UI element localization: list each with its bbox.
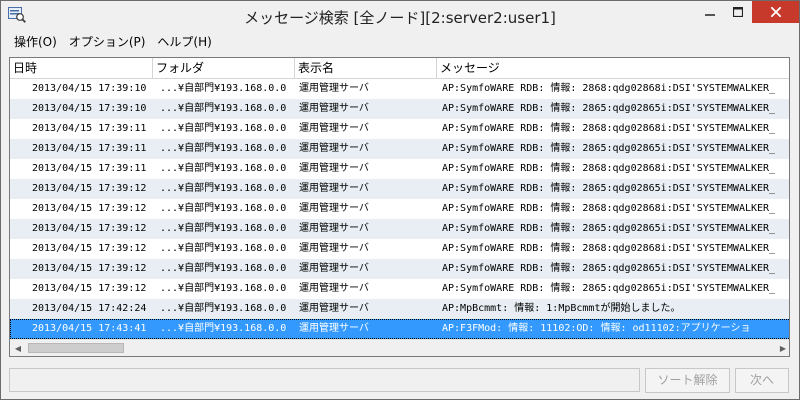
column-header-display-name[interactable]: 表示名: [295, 58, 437, 78]
cell-display-name: 運用管理サーバ: [299, 123, 369, 134]
cell-datetime: 2013/04/15 17:39:11: [32, 123, 147, 134]
cell-message: AP:SymfoWARE RDB: 情報: 2865:qdg02865i:DSI…: [442, 183, 776, 194]
cell-message: AP:SymfoWARE RDB: 情報: 2868:qdg02868i:DSI…: [442, 163, 776, 174]
cell-display-name: 運用管理サーバ: [299, 83, 369, 94]
table-row[interactable]: 2013/04/15 17:39:12 ...¥自部門¥193.168.0.0 運用…: [10, 239, 789, 259]
table-row[interactable]: 2013/04/15 17:39:12 ...¥自部門¥193.168.0.0 運用…: [10, 179, 789, 199]
cell-message: AP:SymfoWARE RDB: 情報: 2865:qdg02865i:DSI…: [442, 103, 776, 114]
cell-message: AP:SymfoWARE RDB: 情報: 2865:qdg02865i:DSI…: [442, 223, 776, 234]
cell-folder: ...¥自部門¥193.168.0.0: [160, 83, 287, 94]
cell-datetime: 2013/04/15 17:43:41: [32, 323, 147, 334]
table-row[interactable]: 2013/04/15 17:39:12 ...¥自部門¥193.168.0.0 運用…: [10, 259, 789, 279]
next-button[interactable]: 次へ: [735, 368, 789, 393]
cell-folder: ...¥自部門¥193.168.0.0: [160, 243, 287, 254]
cell-message: AP:SymfoWARE RDB: 情報: 2868:qdg02868i:DSI…: [442, 123, 776, 134]
table-row[interactable]: 2013/04/15 17:39:12 ...¥自部門¥193.168.0.0 運用…: [10, 279, 789, 299]
close-icon: [770, 7, 781, 17]
cell-datetime: 2013/04/15 17:39:12: [32, 203, 147, 214]
maximize-icon: [733, 7, 743, 17]
cell-datetime: 2013/04/15 17:39:11: [32, 163, 147, 174]
table-row[interactable]: 2013/04/15 17:39:10 ...¥自部門¥193.168.0.0 運用…: [10, 79, 789, 99]
cell-display-name: 運用管理サーバ: [299, 203, 369, 214]
cell-folder: ...¥自部門¥193.168.0.0: [160, 223, 287, 234]
message-list[interactable]: 日時 フォルダ 表示名 メッセージ 2013/04/15 17:39:10...…: [9, 57, 790, 357]
status-bar: [9, 368, 640, 392]
cell-display-name: 運用管理サーバ: [299, 303, 369, 314]
cell-folder: ...¥自部門¥193.168.0.0: [160, 103, 287, 114]
cell-folder: ...¥自部門¥193.168.0.0: [160, 203, 287, 214]
cell-folder: ...¥自部門¥193.168.0.0: [160, 123, 287, 134]
scroll-left-icon[interactable]: ◀: [10, 340, 26, 356]
cell-datetime: 2013/04/15 17:39:12: [32, 283, 147, 294]
cell-message: AP:SymfoWARE RDB: 情報: 2868:qdg02868i:DSI…: [442, 243, 776, 254]
list-header: 日時 フォルダ 表示名 メッセージ: [10, 58, 789, 79]
scrollbar-thumb[interactable]: [28, 343, 124, 353]
table-row[interactable]: 2013/04/15 17:39:11 ...¥自部門¥193.168.0.0 運用…: [10, 139, 789, 159]
cell-display-name: 運用管理サーバ: [299, 103, 369, 114]
horizontal-scrollbar[interactable]: ◀ ▶: [10, 339, 789, 356]
cell-message: AP:SymfoWARE RDB: 情報: 2865:qdg02865i:DSI…: [442, 143, 776, 154]
cell-datetime: 2013/04/15 17:42:24: [32, 303, 147, 314]
scroll-right-icon[interactable]: ▶: [775, 340, 789, 356]
table-row[interactable]: 2013/04/15 17:42:24 ...¥自部門¥193.168.0.0 運用…: [10, 299, 789, 319]
cell-datetime: 2013/04/15 17:39:12: [32, 223, 147, 234]
cell-display-name: 運用管理サーバ: [299, 183, 369, 194]
cell-display-name: 運用管理サーバ: [299, 223, 369, 234]
cell-message: AP:SymfoWARE RDB: 情報: 2868:qdg02868i:DSI…: [442, 83, 776, 94]
cell-message: AP:SymfoWARE RDB: 情報: 2865:qdg02865i:DSI…: [442, 263, 776, 274]
title-bar[interactable]: メッセージ検索 [全ノード][2:server2:user1]: [1, 1, 799, 31]
cell-display-name: 運用管理サーバ: [299, 143, 369, 154]
cell-display-name: 運用管理サーバ: [299, 323, 369, 334]
cell-datetime: 2013/04/15 17:39:10: [32, 103, 147, 114]
cell-datetime: 2013/04/15 17:39:10: [32, 83, 147, 94]
table-row[interactable]: 2013/04/15 17:39:10 ...¥自部門¥193.168.0.0 運用…: [10, 99, 789, 119]
minimize-button[interactable]: [696, 1, 724, 23]
menu-help[interactable]: ヘルプ(H): [151, 31, 217, 53]
cell-message: AP:F3FMod: 情報: 11102:OD: 情報: od11102:アプリ…: [442, 323, 751, 334]
cell-folder: ...¥自部門¥193.168.0.0: [160, 143, 287, 154]
column-header-message[interactable]: メッセージ: [437, 58, 789, 78]
window-title: メッセージ検索 [全ノード][2:server2:user1]: [244, 9, 556, 27]
cell-datetime: 2013/04/15 17:39:12: [32, 263, 147, 274]
close-button[interactable]: [752, 1, 799, 23]
menu-bar: 操作(O) オプション(P) ヘルプ(H): [1, 31, 799, 53]
cell-folder: ...¥自部門¥193.168.0.0: [160, 303, 287, 314]
table-row[interactable]: 2013/04/15 17:43:41 ...¥自部門¥193.168.0.0 運用…: [10, 319, 789, 339]
column-header-folder[interactable]: フォルダ: [153, 58, 295, 78]
column-header-datetime[interactable]: 日時: [10, 58, 153, 78]
cell-display-name: 運用管理サーバ: [299, 243, 369, 254]
menu-operation[interactable]: 操作(O): [1, 31, 63, 53]
list-rows: 2013/04/15 17:39:10 ...¥自部門¥193.168.0.0 運用…: [10, 79, 789, 339]
table-row[interactable]: 2013/04/15 17:39:12 ...¥自部門¥193.168.0.0 運用…: [10, 199, 789, 219]
cell-message: AP:SymfoWARE RDB: 情報: 2865:qdg02865i:DSI…: [442, 283, 776, 294]
cell-display-name: 運用管理サーバ: [299, 263, 369, 274]
cell-folder: ...¥自部門¥193.168.0.0: [160, 263, 287, 274]
table-row[interactable]: 2013/04/15 17:39:11 ...¥自部門¥193.168.0.0 運用…: [10, 119, 789, 139]
cell-folder: ...¥自部門¥193.168.0.0: [160, 283, 287, 294]
table-row[interactable]: 2013/04/15 17:39:11 ...¥自部門¥193.168.0.0 運用…: [10, 159, 789, 179]
cell-datetime: 2013/04/15 17:39:12: [32, 243, 147, 254]
menu-options[interactable]: オプション(P): [63, 31, 152, 53]
cell-display-name: 運用管理サーバ: [299, 283, 369, 294]
message-search-window: メッセージ検索 [全ノード][2:server2:user1] 操作(O) オプ…: [0, 0, 800, 400]
cell-datetime: 2013/04/15 17:39:12: [32, 183, 147, 194]
maximize-button[interactable]: [724, 1, 752, 23]
cell-folder: ...¥自部門¥193.168.0.0: [160, 323, 287, 334]
cell-datetime: 2013/04/15 17:39:11: [32, 143, 147, 154]
cell-display-name: 運用管理サーバ: [299, 163, 369, 174]
minimize-icon: [705, 14, 715, 16]
sort-reset-button[interactable]: ソート解除: [645, 368, 730, 393]
cell-message: AP:MpBcmmt: 情報: 1:MpBcmmtが開始しました。: [442, 303, 681, 314]
cell-folder: ...¥自部門¥193.168.0.0: [160, 163, 287, 174]
cell-folder: ...¥自部門¥193.168.0.0: [160, 183, 287, 194]
table-row[interactable]: 2013/04/15 17:39:12 ...¥自部門¥193.168.0.0 運用…: [10, 219, 789, 239]
cell-message: AP:SymfoWARE RDB: 情報: 2868:qdg02868i:DSI…: [442, 203, 776, 214]
